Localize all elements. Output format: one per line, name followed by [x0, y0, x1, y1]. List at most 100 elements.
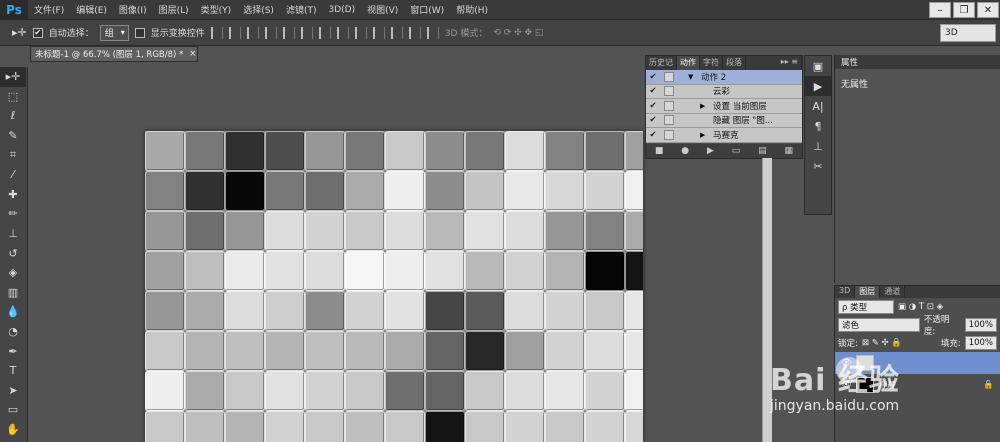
distribute-top-icon[interactable] [318, 26, 331, 39]
toggle-check-icon[interactable]: ✔ [646, 115, 660, 125]
action-row[interactable]: ✔ 隐藏 图层 "图... [646, 113, 802, 128]
dialog-toggle-box[interactable] [664, 129, 674, 140]
action-row[interactable]: ✔ ▼ 动作 2 [646, 70, 802, 85]
close-document-icon[interactable]: × [189, 49, 196, 59]
quick-select-tool-icon[interactable]: ✎ [0, 126, 26, 146]
rotate-3d-icon[interactable]: ⟲ ⟳ ✣ ✥ ◱ [493, 28, 543, 38]
action-row[interactable]: ✔ 云彩 [646, 84, 802, 99]
auto-select-dropdown[interactable]: 组 [99, 24, 129, 41]
expand-triangle-icon[interactable]: ▶ [700, 102, 710, 110]
restore-button[interactable]: ❐ [953, 2, 975, 18]
workspace-dropdown[interactable]: 3D [940, 24, 996, 42]
tool-presets-icon[interactable]: ✂ [805, 156, 831, 176]
distribute-bottom-icon[interactable] [354, 26, 367, 39]
menu-3d[interactable]: 3D(D) [322, 5, 361, 15]
marquee-tool-icon[interactable]: ⬚ [0, 87, 26, 107]
align-right-icon[interactable] [300, 26, 313, 39]
close-window-button[interactable]: ✕ [977, 2, 999, 18]
minimize-button[interactable]: – [929, 2, 951, 18]
menu-image[interactable]: 图像(I) [113, 3, 153, 16]
lock-icons[interactable]: ⊠ ✎ ✣ 🔒 [862, 338, 902, 348]
tab-character[interactable]: 字符 [700, 56, 723, 70]
lasso-tool-icon[interactable]: ℓ [0, 106, 26, 126]
play-icon[interactable]: ▶ [707, 146, 714, 156]
document-tab[interactable]: 未标题-1 @ 66.7% (图层 1, RGB/8) * × [30, 46, 198, 62]
pen-tool-icon[interactable]: ✒ [0, 341, 26, 361]
dialog-toggle-box[interactable] [664, 115, 674, 126]
dodge-tool-icon[interactable]: ◔ [0, 322, 26, 342]
menu-edit[interactable]: 编辑(E) [70, 3, 113, 16]
auto-align-icon[interactable] [426, 26, 439, 39]
new-set-icon[interactable]: ▭ [732, 146, 741, 156]
properties-title[interactable]: 属性 [835, 55, 1000, 69]
fill-field[interactable]: 100% [964, 336, 997, 350]
clone-source-icon[interactable]: ⊥ [805, 136, 831, 156]
blend-mode-dropdown[interactable]: 滤色 [838, 318, 920, 332]
new-action-icon[interactable]: ▤ [758, 146, 767, 156]
action-row[interactable]: ✔ ▶ 设置 当前图层 [646, 99, 802, 114]
align-top-icon[interactable] [210, 26, 223, 39]
distribute-hcenter-icon[interactable] [390, 26, 403, 39]
distribute-right-icon[interactable] [408, 26, 421, 39]
expand-triangle-icon[interactable]: ▶ [700, 131, 710, 139]
paragraph-panel-icon[interactable]: ¶ [805, 116, 831, 136]
crop-tool-icon[interactable]: ⌗ [0, 145, 26, 165]
panel-menu-icon[interactable]: ▸▸ ≡ [778, 56, 802, 70]
menu-file[interactable]: 文件(F) [28, 3, 70, 16]
opacity-field[interactable]: 100% [964, 318, 997, 332]
toggle-check-icon[interactable]: ✔ [646, 72, 660, 82]
actions-panel-icon[interactable]: ▶ [805, 76, 831, 96]
menu-layer[interactable]: 图层(L) [153, 3, 195, 16]
stop-icon[interactable]: ■ [655, 146, 664, 156]
delete-icon[interactable]: ▦ [785, 146, 794, 156]
healing-brush-icon[interactable]: ✚ [0, 185, 26, 205]
clone-stamp-icon[interactable]: ⊥ [0, 224, 26, 244]
align-hcenter-icon[interactable] [282, 26, 295, 39]
type-tool-icon[interactable]: T [0, 361, 26, 381]
dialog-toggle-box[interactable] [664, 100, 674, 111]
character-panel-icon[interactable]: A| [805, 96, 831, 116]
brush-tool-icon[interactable]: ✏ [0, 204, 26, 224]
tab-layers[interactable]: 图层 [855, 286, 881, 298]
rectangle-tool-icon[interactable]: ▭ [0, 400, 26, 420]
dialog-toggle-box[interactable] [664, 71, 674, 82]
align-left-icon[interactable] [264, 26, 277, 39]
dialog-toggle-box[interactable] [664, 86, 674, 97]
show-transform-checkbox[interactable] [134, 27, 145, 38]
menu-view[interactable]: 视图(V) [361, 3, 404, 16]
document-canvas[interactable] [145, 131, 643, 442]
eraser-tool-icon[interactable]: ◈ [0, 263, 26, 283]
blur-tool-icon[interactable]: 💧 [0, 302, 26, 322]
menu-window[interactable]: 窗口(W) [404, 3, 450, 16]
toggle-check-icon[interactable]: ✔ [646, 130, 660, 140]
align-bottom-icon[interactable] [246, 26, 259, 39]
history-panel-icon[interactable]: ▣ [805, 56, 831, 76]
distribute-vcenter-icon[interactable] [336, 26, 349, 39]
align-vcenter-icon[interactable] [228, 26, 241, 39]
menu-filter[interactable]: 滤镜(T) [280, 3, 323, 16]
hand-tool-icon[interactable]: ✋ [0, 420, 26, 440]
layer-filter-dropdown[interactable]: ρ 类型 [838, 300, 894, 314]
menu-select[interactable]: 选择(S) [237, 3, 280, 16]
menu-type[interactable]: 类型(Y) [195, 3, 238, 16]
toggle-check-icon[interactable]: ✔ [646, 86, 660, 96]
path-select-icon[interactable]: ➤ [0, 381, 26, 401]
expand-triangle-icon[interactable]: ▼ [688, 73, 698, 81]
history-brush-icon[interactable]: ↺ [0, 243, 26, 263]
move-tool-icon[interactable]: ▸✛ [12, 26, 27, 39]
menu-help[interactable]: 帮助(H) [450, 3, 494, 16]
toggle-check-icon[interactable]: ✔ [646, 101, 660, 111]
tab-3d[interactable]: 3D [835, 286, 856, 298]
tab-history[interactable]: 历史记 [646, 56, 677, 70]
tab-channels[interactable]: 通道 [880, 286, 906, 298]
tab-actions[interactable]: 动作 [677, 56, 700, 70]
record-icon[interactable]: ● [681, 146, 689, 156]
distribute-left-icon[interactable] [372, 26, 385, 39]
eyedropper-tool-icon[interactable]: ⁄ [0, 165, 26, 185]
gradient-tool-icon[interactable]: ▥ [0, 283, 26, 303]
move-tool-icon[interactable]: ▸✛ [0, 67, 26, 87]
action-row[interactable]: ✔ ▶ 马赛克 [646, 128, 802, 143]
filter-icons[interactable]: ▣ ◑ T ⊡ ◈ [898, 302, 943, 312]
tab-paragraph[interactable]: 段落 [723, 56, 746, 70]
auto-select-checkbox[interactable]: ✔ [32, 27, 43, 38]
